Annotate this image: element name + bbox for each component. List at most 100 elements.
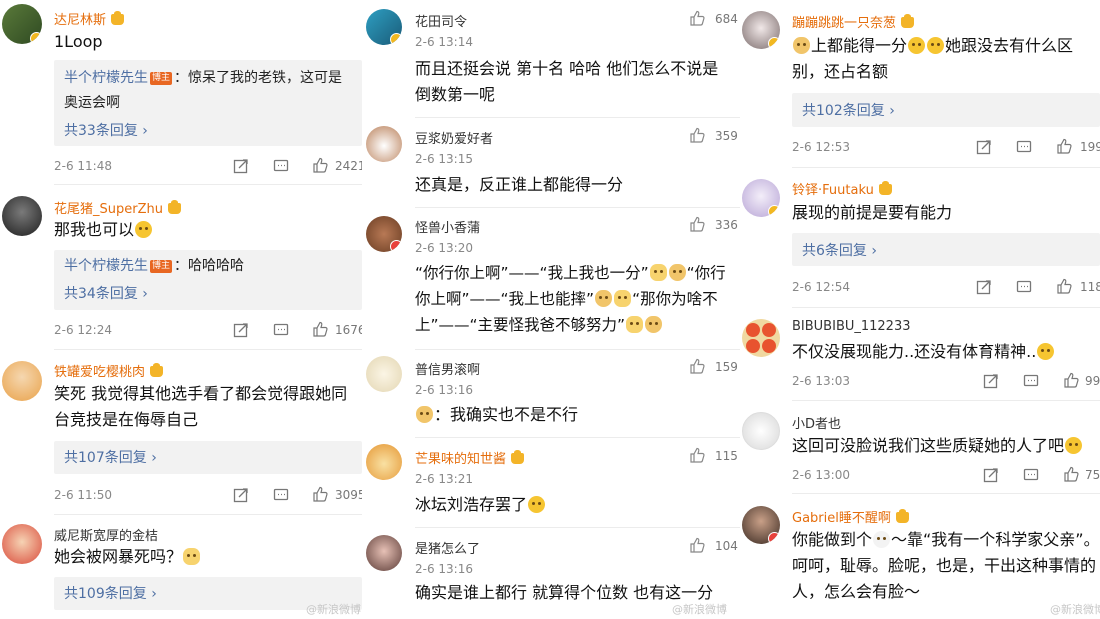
username[interactable]: 铁罐爱吃樱桃肉	[54, 361, 164, 380]
comment-time: 2-6 12:54	[792, 280, 850, 294]
sweat-smile-emoji-icon	[908, 37, 926, 54]
reply-user[interactable]: 半个柠檬先生	[64, 70, 148, 86]
like-icon[interactable]	[689, 537, 705, 553]
comment-icon[interactable]	[1016, 139, 1032, 155]
avatar[interactable]	[366, 444, 402, 480]
avatar[interactable]	[366, 216, 402, 252]
like-icon[interactable]	[312, 321, 328, 337]
avatar[interactable]	[366, 535, 402, 571]
chevron-right-icon: ›	[889, 103, 895, 119]
comment-icon[interactable]	[273, 322, 289, 338]
reply-box[interactable]: 共102条回复 ›	[792, 93, 1100, 127]
comment-text: 这回可没脸说我们这些质疑她的人了吧	[792, 433, 1083, 459]
username[interactable]: 怪兽小香蒲	[415, 217, 480, 236]
comment-item: BIBUBIBU_112233 不仅没展现能力..还没有体育精神.. 2-6 1…	[740, 308, 1100, 401]
reply-count-link[interactable]: 共109条回复 ›	[64, 583, 157, 603]
comment-icon[interactable]	[1023, 373, 1039, 389]
like-icon[interactable]	[1056, 278, 1072, 294]
username[interactable]: Gabriel睡不醒啊	[792, 507, 909, 526]
reply-text: ：哈哈哈哈	[174, 258, 245, 274]
comment-icon[interactable]	[1023, 467, 1039, 483]
avatar[interactable]	[366, 9, 402, 45]
comment-text: 而且还挺会说 第十名 哈哈 他们怎么不说是倒数第一呢	[415, 59, 719, 104]
reply-box[interactable]: 半个柠檬先生 博主 ：哈哈哈哈 共34条回复 ›	[54, 250, 362, 310]
like-count: 359	[715, 129, 738, 143]
avatar[interactable]	[2, 524, 42, 564]
avatar[interactable]	[2, 196, 42, 236]
username[interactable]: 铃铎·Fuutaku	[792, 179, 892, 198]
share-icon[interactable]	[233, 487, 249, 503]
username[interactable]: 达尼林斯	[54, 9, 125, 28]
like-count: 159	[715, 360, 738, 374]
reply-count-link[interactable]: 共33条回复 ›	[64, 120, 148, 140]
like-icon[interactable]	[689, 10, 705, 26]
avatar[interactable]	[742, 11, 780, 49]
like-count: 199	[1080, 140, 1100, 154]
verified-badge-icon	[768, 532, 780, 544]
like-icon[interactable]	[312, 157, 328, 173]
share-icon[interactable]	[976, 279, 992, 295]
like-icon[interactable]	[1056, 138, 1072, 154]
avatar[interactable]	[366, 356, 402, 392]
username[interactable]: 豆浆奶爱好者	[415, 128, 493, 147]
comment-item: 铁罐爱吃樱桃肉 笑死 我觉得其他选手看了都会觉得跟她同台竞技是在侮辱自己 共10…	[0, 350, 362, 515]
like-count: 336	[715, 218, 738, 232]
like-icon[interactable]	[689, 216, 705, 232]
avatar[interactable]	[366, 126, 402, 162]
share-icon[interactable]	[233, 322, 249, 338]
verified-badge-icon	[768, 205, 780, 217]
username[interactable]: 花尾猪_SuperZhu	[54, 198, 181, 217]
share-icon[interactable]	[983, 467, 999, 483]
comment-text: 1Loop	[54, 32, 103, 51]
username[interactable]: 花田司令	[415, 11, 467, 30]
reply-user[interactable]: 半个柠檬先生	[64, 258, 148, 274]
comment-time: 2-6 13:14	[415, 35, 473, 49]
reply-count-link[interactable]: 共34条回复 ›	[64, 283, 148, 303]
reply-count-link[interactable]: 共6条回复 ›	[802, 240, 877, 260]
comment-item: 豆浆奶爱好者 2-6 13:15 359 还真是，反正谁上都能得一分	[362, 118, 740, 208]
like-icon[interactable]	[1063, 466, 1079, 482]
comment-item: 怪兽小香蒲 2-6 13:20 336 “你行你上啊”——“我上我也一分” “你行…	[362, 208, 740, 350]
reply-box[interactable]: 共6条回复 ›	[792, 233, 1100, 266]
username[interactable]: 普信男滚啊	[415, 359, 480, 378]
username[interactable]: 蹦蹦跳跳一只奈葱	[792, 12, 915, 31]
reply-box[interactable]: 半个柠檬先生 博主 ：惊呆了我的老铁，这可是奥运会啊 共33条回复 ›	[54, 60, 362, 146]
comment-icon[interactable]	[273, 487, 289, 503]
right-comment-column: 蹦蹦跳跳一只奈葱 上都能得一分 她跟没去有什么区别，还占名额 共102条回复 › …	[740, 0, 1100, 619]
comment-icon[interactable]	[273, 158, 289, 174]
reply-count-link[interactable]: 共102条回复 ›	[802, 100, 895, 120]
share-icon[interactable]	[983, 373, 999, 389]
share-icon[interactable]	[233, 158, 249, 174]
verified-badge-icon	[390, 33, 402, 45]
comment-time: 2-6 11:50	[54, 488, 112, 502]
comment-text: 上都能得一分 她跟没去有什么区别，还占名额	[792, 36, 1074, 81]
like-icon[interactable]	[689, 358, 705, 374]
avatar[interactable]	[742, 506, 780, 544]
avatar[interactable]	[742, 319, 780, 357]
avatar[interactable]	[2, 361, 42, 401]
username[interactable]: 威尼斯宽厚的金桔	[54, 525, 158, 544]
author-badge: 博主	[150, 72, 173, 85]
username[interactable]: 小D者也	[792, 413, 841, 432]
comment-time: 2-6 13:15	[415, 152, 473, 166]
comment-text: 冰坛刘浩存罢了	[415, 492, 546, 518]
like-icon[interactable]	[1063, 372, 1079, 388]
like-icon[interactable]	[689, 127, 705, 143]
username[interactable]: 芒果味的知世酱	[415, 448, 525, 467]
like-icon[interactable]	[689, 447, 705, 463]
avatar[interactable]	[742, 412, 780, 450]
comment-time: 2-6 12:24	[54, 323, 112, 337]
like-icon[interactable]	[312, 486, 328, 502]
share-icon[interactable]	[976, 139, 992, 155]
username[interactable]: 是猪怎么了	[415, 538, 480, 557]
avatar[interactable]	[2, 4, 42, 44]
reply-box[interactable]: 共107条回复 ›	[54, 441, 362, 474]
reply-preview: 半个柠檬先生 博主 ：哈哈哈哈	[64, 254, 354, 279]
like-count: 118	[1080, 280, 1100, 294]
avatar[interactable]	[742, 179, 780, 217]
like-count: 1676	[335, 323, 362, 337]
comment-icon[interactable]	[1016, 279, 1032, 295]
comment-time: 2-6 13:16	[415, 383, 473, 397]
reply-count-link[interactable]: 共107条回复 ›	[64, 447, 157, 467]
username[interactable]: BIBUBIBU_112233	[792, 319, 911, 334]
